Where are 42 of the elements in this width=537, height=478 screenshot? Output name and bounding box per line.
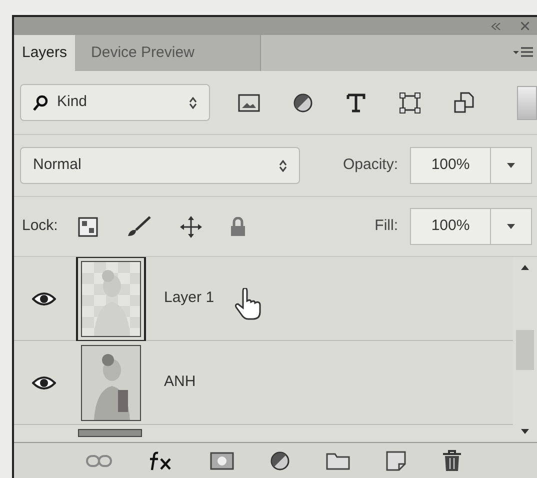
layer-name[interactable]: ANH [164, 371, 196, 394]
layer-row[interactable]: Layer 1 [14, 257, 513, 341]
layer-name[interactable]: Layer 1 [164, 287, 214, 310]
search-icon [33, 94, 49, 110]
fx-icon[interactable] [148, 450, 174, 470]
caret-icon [507, 224, 515, 229]
trash-icon[interactable] [442, 450, 462, 472]
blend-mode-select[interactable]: Normal [20, 147, 300, 184]
adjustment-circle-icon[interactable] [293, 92, 313, 112]
stepper-icon [189, 96, 197, 108]
scroll-down-icon[interactable] [521, 429, 529, 434]
image-icon[interactable] [238, 94, 260, 112]
brush-icon[interactable] [126, 216, 152, 238]
panel-tab[interactable]: Layers [14, 35, 76, 71]
layer-row[interactable]: ANH [14, 341, 513, 425]
eye-icon[interactable] [32, 376, 56, 390]
filter-select[interactable]: Kind [20, 84, 210, 121]
adjustment-circle-icon[interactable] [270, 450, 290, 470]
filter-toggle-swatch[interactable] [517, 86, 537, 120]
fill-label: Fill: [374, 216, 398, 236]
layer-thumbnail-edge [78, 429, 142, 437]
mask-icon[interactable] [210, 452, 234, 470]
padlock-icon[interactable] [230, 216, 246, 236]
lock-label: Lock: [22, 216, 58, 236]
move-arrows-icon[interactable] [180, 216, 202, 238]
eye-icon[interactable] [32, 292, 56, 306]
text-type-icon[interactable] [346, 92, 366, 112]
scroll-thumb[interactable] [516, 330, 534, 370]
scroll-up-icon[interactable] [521, 265, 529, 270]
folder-icon[interactable] [326, 452, 350, 470]
hand-cursor-icon [234, 288, 262, 320]
panel-menu-icon[interactable] [513, 47, 533, 59]
smart-object-icon[interactable] [454, 92, 474, 114]
stepper-icon [279, 160, 287, 172]
shape-icon[interactable] [399, 92, 421, 114]
collapse-icon[interactable] [491, 22, 501, 30]
layer-thumbnail[interactable] [76, 257, 146, 342]
close-icon[interactable] [521, 22, 529, 30]
new-layer-icon[interactable] [386, 450, 406, 470]
opacity-label: Opacity: [342, 155, 398, 176]
caret-icon [507, 163, 515, 168]
checkerboard-icon[interactable] [78, 216, 98, 236]
